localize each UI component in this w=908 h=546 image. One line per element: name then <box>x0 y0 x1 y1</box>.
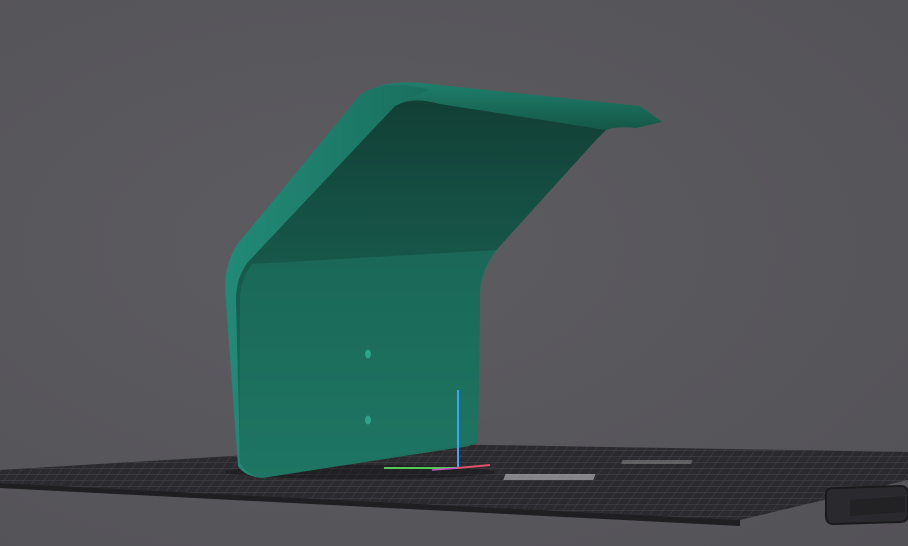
bed-clip <box>825 484 908 526</box>
3d-model[interactable] <box>225 82 662 478</box>
scene-canvas[interactable] <box>0 0 908 546</box>
print-bed[interactable] <box>0 444 908 526</box>
3d-viewport[interactable] <box>0 0 908 546</box>
screw-hole-lower <box>365 415 371 425</box>
screw-hole-upper <box>365 349 371 359</box>
model-lower-face <box>240 250 498 478</box>
